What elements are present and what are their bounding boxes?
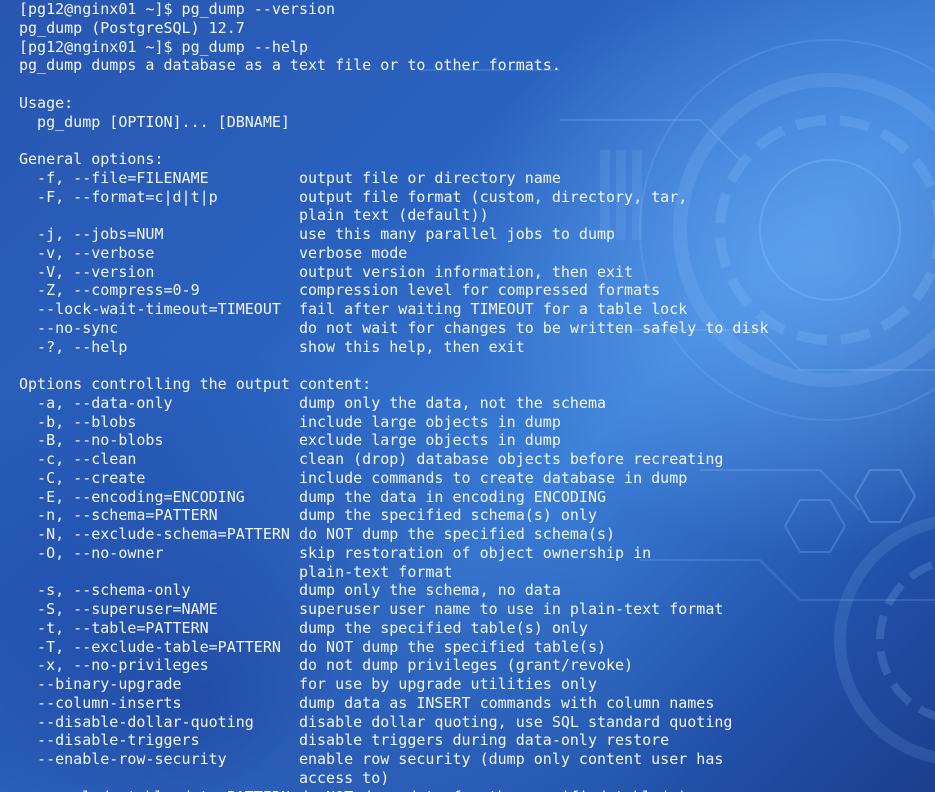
terminal-line: plain text (default)) [19,206,489,225]
terminal-line: -C, --create include commands to create … [19,468,688,487]
terminal-line: -N, --exclude-schema=PATTERN do NOT dump… [19,525,616,543]
terminal-line: -S, --superuser=NAME superuser user name… [19,600,724,618]
terminal-line: --disable-triggers disable triggers duri… [19,731,670,750]
terminal-line: -F, --format=c|d|t|p output file format … [19,187,688,206]
terminal-line: -Z, --compress=0-9 compression level for… [19,281,661,300]
terminal-line: -j, --jobs=NUM use this many parallel jo… [19,225,616,243]
terminal-line: pg_dump dumps a database as a text file … [19,56,561,75]
terminal-line: General options: [19,150,164,168]
terminal-line: -t, --table=PATTERN dump the specified t… [19,618,588,637]
terminal-line: -T, --exclude-table=PATTERN do NOT dump … [19,637,606,656]
terminal-line: -c, --clean clean (drop) database object… [19,450,724,468]
terminal-line: [pg12@nginx01 ~]$ pg_dump --help [19,37,308,56]
terminal-line: Usage: [19,93,74,112]
terminal-line: -E, --encoding=ENCODING dump the data in… [19,487,606,506]
terminal-line: --no-sync do not wait for changes to be … [19,318,769,337]
terminal-line: -B, --no-blobs exclude large objects in … [19,431,561,450]
terminal-line: -v, --verbose verbose mode [19,243,408,262]
terminal-line: --enable-row-security enable row securit… [19,750,724,768]
terminal-line: -n, --schema=PATTERN dump the specified … [19,506,597,525]
terminal-output: [pg12@nginx01 ~]$ pg_dump --version pg_du… [19,0,769,792]
terminal-line: pg_dump [OPTION]... [DBNAME] [19,112,290,131]
terminal-line: --column-inserts dump data as INSERT com… [19,693,715,712]
terminal-line: -V, --version output version information… [19,262,634,281]
terminal-line: -b, --blobs include large objects in dum… [19,412,561,431]
terminal-line: plain-text format [19,562,453,581]
terminal-line: -?, --help show this help, then exit [19,337,525,356]
terminal-line: --disable-dollar-quoting disable dollar … [19,712,733,731]
terminal-line: --exclude-table-data=PATTERN do NOT dump… [19,788,769,792]
terminal-line: -O, --no-owner skip restoration of objec… [19,543,652,562]
terminal-line: --binary-upgrade for use by upgrade util… [19,675,597,693]
terminal-line: pg_dump (PostgreSQL) 12.7 [19,18,245,37]
terminal-line: -s, --schema-only dump only the schema, … [19,581,561,600]
terminal-line: [pg12@nginx01 ~]$ pg_dump --version [19,0,336,18]
terminal-line: -f, --file=FILENAME output file or direc… [19,168,561,187]
terminal-line: --lock-wait-timeout=TIMEOUT fail after w… [19,300,688,318]
terminal-line: -x, --no-privileges do not dump privileg… [19,656,634,675]
terminal-line: access to) [19,768,390,787]
terminal-line: -a, --data-only dump only the data, not … [19,393,606,412]
terminal-line: Options controlling the output content: [19,375,372,393]
